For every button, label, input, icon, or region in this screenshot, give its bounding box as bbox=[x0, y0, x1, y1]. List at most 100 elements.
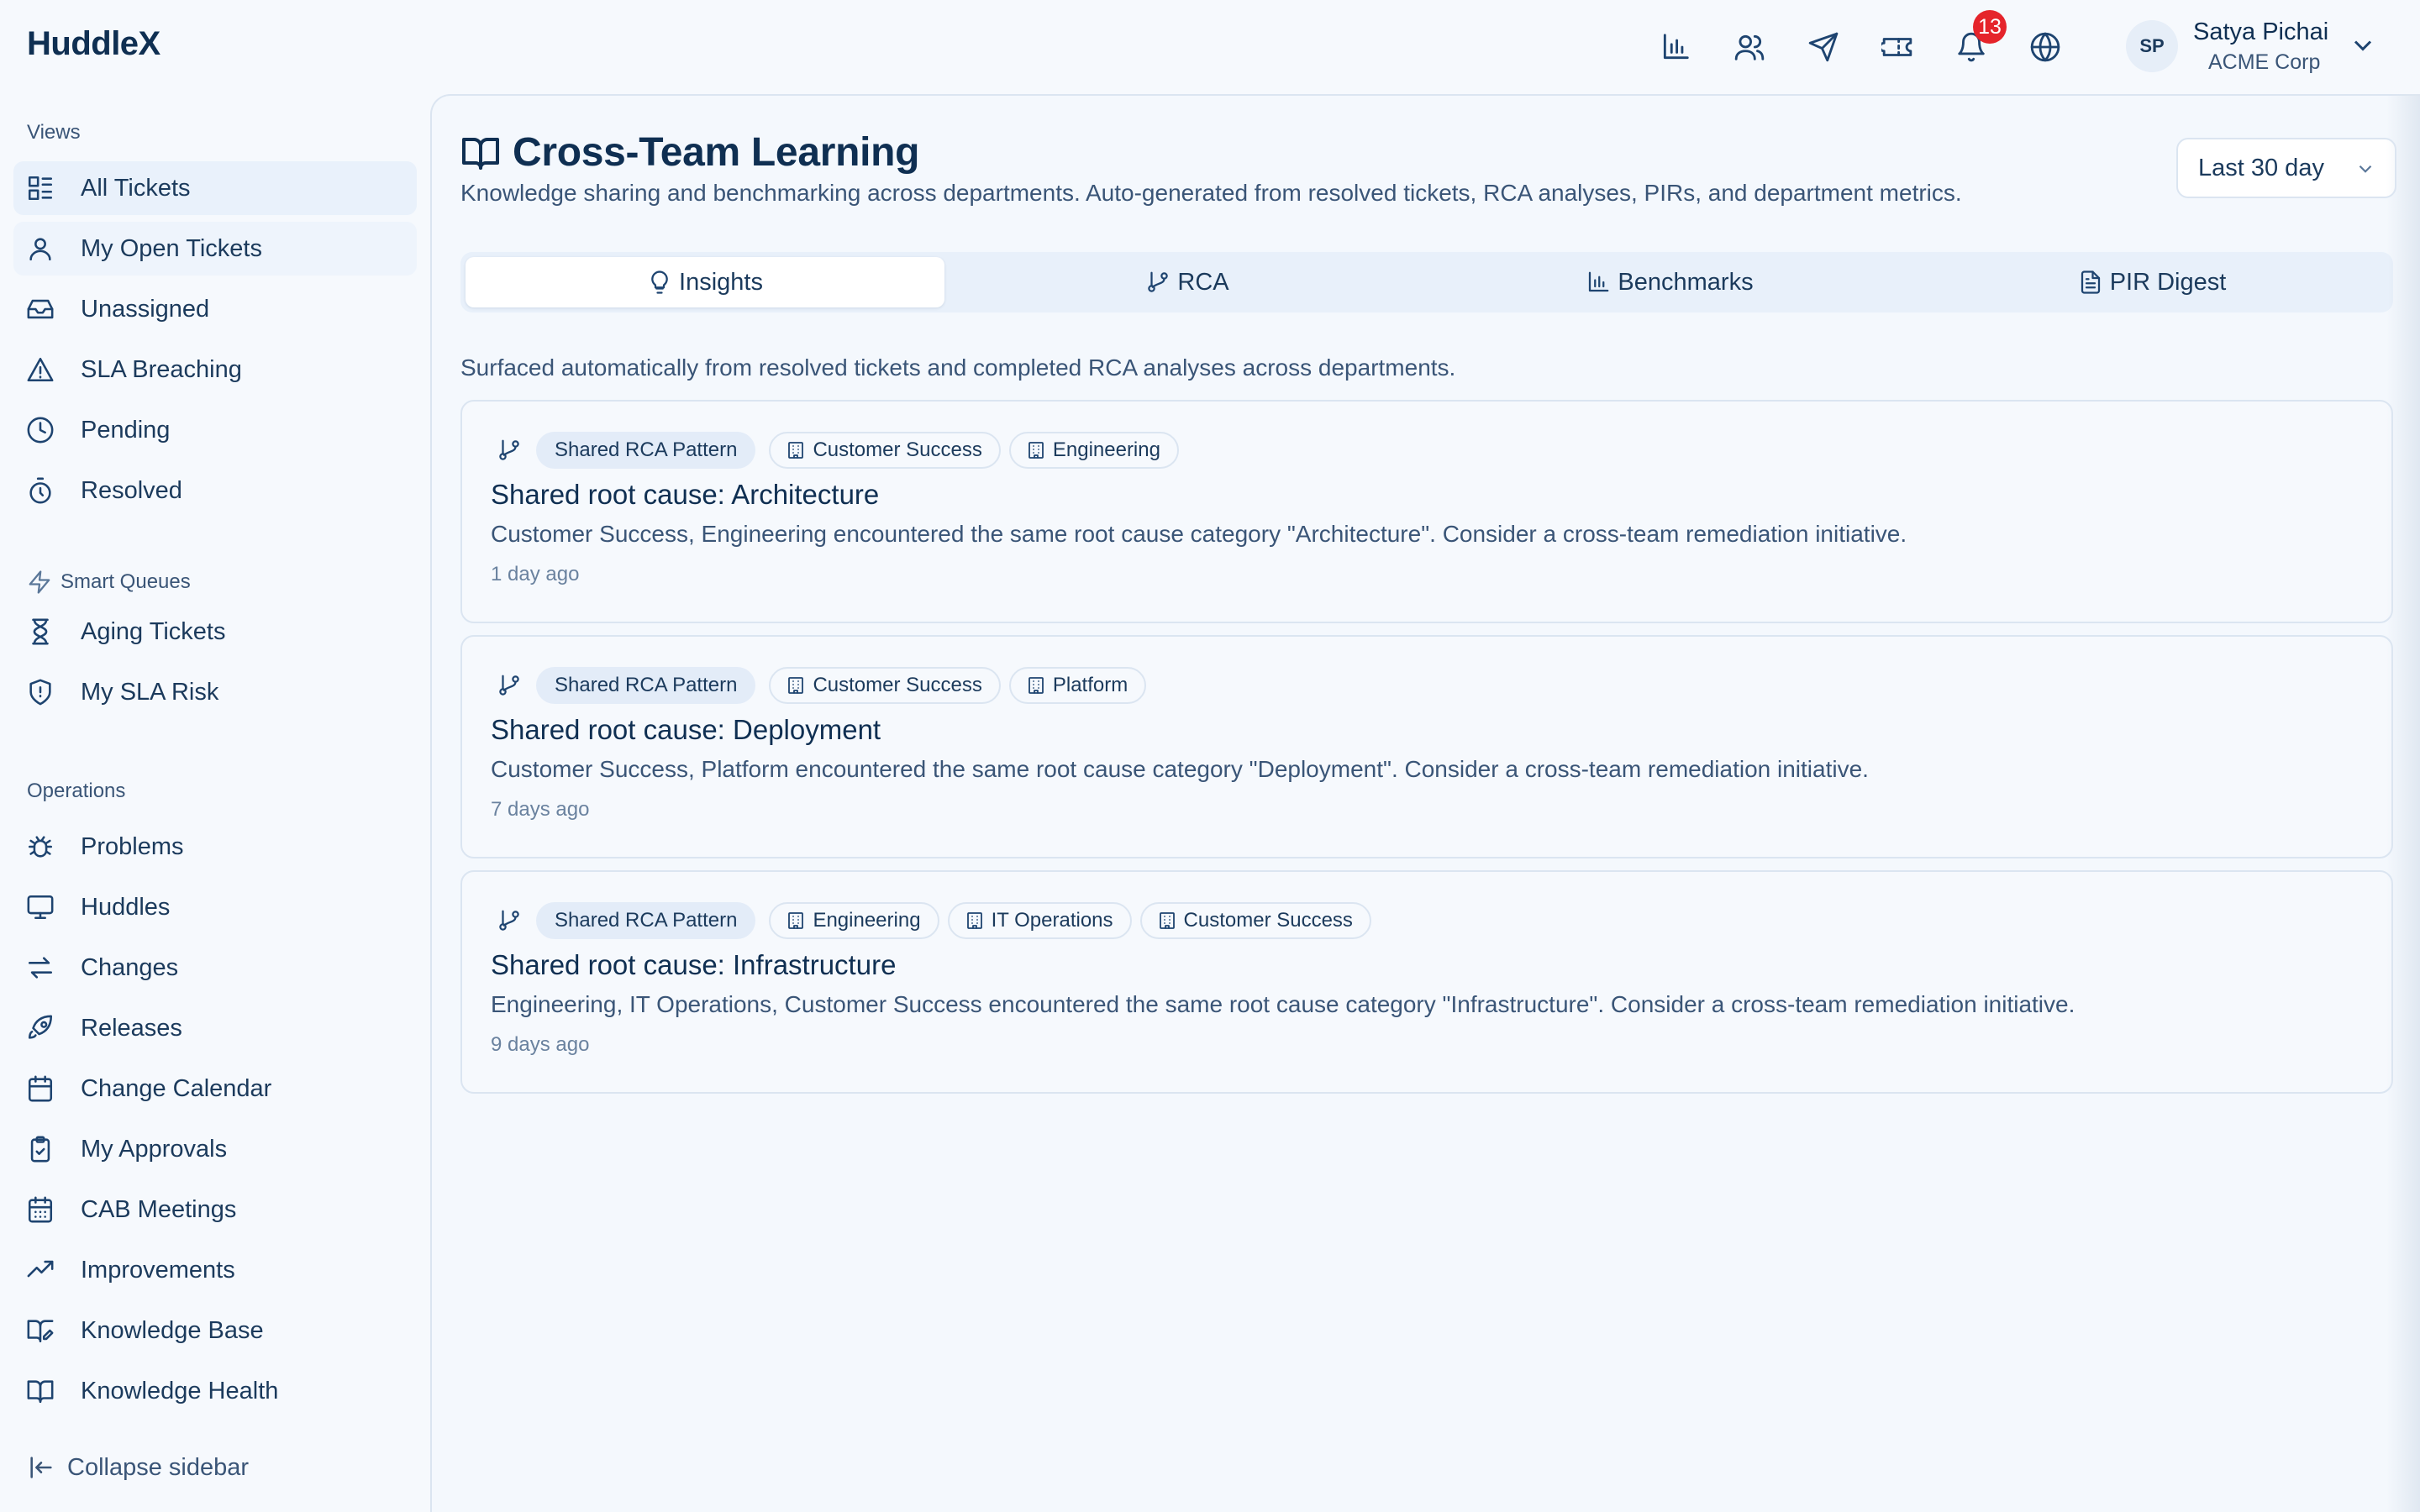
page-header: Cross-Team Learning bbox=[460, 129, 920, 176]
app-logo[interactable]: HuddleX bbox=[27, 25, 160, 63]
bug-icon bbox=[25, 832, 55, 862]
top-bar: HuddleX 13 SP Satya Pichai ACME Corp bbox=[0, 0, 2420, 94]
department-label: IT Operations bbox=[991, 909, 1113, 932]
file-text-icon bbox=[2081, 270, 2100, 294]
lightning-icon bbox=[29, 570, 50, 594]
department-tag: Engineering bbox=[769, 902, 939, 939]
tab-pir-digest[interactable]: PIR Digest bbox=[1912, 257, 2391, 307]
tab-label: Insights bbox=[679, 268, 763, 296]
sidebar-item-improvements[interactable]: Improvements bbox=[13, 1243, 417, 1297]
git-branch-icon bbox=[491, 902, 528, 939]
arrows-icon bbox=[25, 953, 55, 983]
insight-card[interactable]: Shared RCA Pattern Customer Success Plat… bbox=[460, 635, 2393, 858]
department-tag: Engineering bbox=[1008, 432, 1179, 469]
department-label: Engineering bbox=[1052, 438, 1160, 461]
sidebar-item-problems[interactable]: Problems bbox=[13, 820, 417, 874]
users-icon[interactable] bbox=[1731, 29, 1768, 66]
sidebar-item-label: Huddles bbox=[81, 893, 171, 921]
date-range-select[interactable]: Last 30 day bbox=[2176, 138, 2396, 198]
calendar-icon bbox=[25, 1074, 55, 1104]
sidebar-item-changes[interactable]: Changes bbox=[13, 941, 417, 995]
book-edit-icon bbox=[25, 1315, 55, 1346]
sidebar-item-my-approvals[interactable]: My Approvals bbox=[13, 1122, 417, 1176]
sidebar-item-cab-meetings[interactable]: CAB Meetings bbox=[13, 1183, 417, 1236]
clock-icon bbox=[25, 415, 55, 445]
git-branch-icon bbox=[491, 432, 528, 469]
building-icon bbox=[1028, 677, 1044, 694]
sidebar-item-my-sla-risk[interactable]: My SLA Risk bbox=[13, 665, 417, 719]
book-open-icon bbox=[25, 1376, 55, 1406]
sidebar-item-label: Change Calendar bbox=[81, 1074, 272, 1102]
book-open-icon bbox=[462, 137, 499, 170]
main-panel: Cross-Team Learning Knowledge sharing an… bbox=[430, 94, 2420, 1512]
sidebar-item-label: Resolved bbox=[81, 476, 182, 504]
insight-card[interactable]: Shared RCA Pattern Customer Success Engi… bbox=[460, 400, 2393, 623]
sidebar: Views All Tickets My Open Tickets Unassi… bbox=[0, 94, 430, 1512]
globe-icon[interactable] bbox=[2027, 29, 2064, 66]
collapse-sidebar-button[interactable]: Collapse sidebar bbox=[27, 1453, 249, 1482]
clipboard-check-icon bbox=[25, 1134, 55, 1164]
send-icon[interactable] bbox=[1805, 29, 1842, 66]
timer-icon bbox=[25, 475, 55, 506]
sidebar-item-label: Improvements bbox=[81, 1256, 235, 1284]
chevron-down-icon bbox=[2348, 30, 2378, 60]
pattern-tag: Shared RCA Pattern bbox=[536, 667, 756, 704]
sidebar-item-label: Aging Tickets bbox=[81, 617, 226, 645]
tab-bar: Insights RCA Benchmarks PIR Digest bbox=[460, 252, 2393, 312]
card-title[interactable]: Shared root cause: Deployment bbox=[491, 714, 881, 746]
sidebar-item-knowledge-base[interactable]: Knowledge Base bbox=[13, 1304, 417, 1357]
building-icon bbox=[1028, 442, 1044, 459]
scroll-shadow bbox=[2386, 94, 2420, 1512]
card-title[interactable]: Shared root cause: Infrastructure bbox=[491, 949, 896, 981]
sidebar-item-resolved[interactable]: Resolved bbox=[13, 464, 417, 517]
avatar: SP bbox=[2126, 20, 2178, 72]
insight-card[interactable]: Shared RCA Pattern Engineering IT Operat… bbox=[460, 870, 2393, 1094]
card-tags: Shared RCA Pattern Customer Success Engi… bbox=[491, 432, 1187, 469]
card-description: Customer Success, Platform encountered t… bbox=[491, 756, 1869, 782]
chevron-down-icon bbox=[2359, 165, 2372, 173]
rocket-icon bbox=[25, 1013, 55, 1043]
tab-insights[interactable]: Insights bbox=[466, 257, 944, 307]
sidebar-item-pending[interactable]: Pending bbox=[13, 403, 417, 457]
sidebar-item-aging-tickets[interactable]: Aging Tickets bbox=[13, 605, 417, 659]
bell-icon[interactable]: 13 bbox=[1953, 10, 2007, 66]
tab-benchmarks[interactable]: Benchmarks bbox=[1430, 257, 1909, 307]
calendar-grid-icon bbox=[25, 1194, 55, 1225]
sidebar-item-sla-breaching[interactable]: SLA Breaching bbox=[13, 343, 417, 396]
department-label: Platform bbox=[1052, 674, 1128, 696]
monitor-icon bbox=[25, 892, 55, 922]
collapse-sidebar-label: Collapse sidebar bbox=[67, 1453, 250, 1481]
git-branch-icon bbox=[1148, 271, 1169, 292]
notification-badge: 13 bbox=[1973, 10, 2007, 44]
trending-up-icon bbox=[25, 1255, 55, 1285]
sidebar-item-unassigned[interactable]: Unassigned bbox=[13, 282, 417, 336]
sidebar-item-my-open-tickets[interactable]: My Open Tickets bbox=[13, 222, 417, 276]
ticket-icon[interactable] bbox=[1879, 29, 1916, 66]
bar-chart-icon[interactable] bbox=[1657, 29, 1694, 66]
sidebar-item-label: All Tickets bbox=[81, 174, 191, 202]
department-label: Engineering bbox=[813, 909, 921, 932]
department-tag: Customer Success bbox=[769, 432, 1001, 469]
sidebar-item-all-tickets[interactable]: All Tickets bbox=[13, 161, 417, 215]
sidebar-item-huddles[interactable]: Huddles bbox=[13, 880, 417, 934]
sidebar-item-knowledge-health[interactable]: Knowledge Health bbox=[13, 1364, 417, 1418]
card-tags: Shared RCA Pattern Customer Success Plat… bbox=[491, 667, 1155, 704]
department-label: Customer Success bbox=[813, 674, 982, 696]
sidebar-item-change-calendar[interactable]: Change Calendar bbox=[13, 1062, 417, 1116]
card-tags: Shared RCA Pattern Engineering IT Operat… bbox=[491, 902, 1380, 939]
insights-intro: Surfaced automatically from resolved tic… bbox=[460, 354, 1456, 381]
card-title[interactable]: Shared root cause: Architecture bbox=[491, 479, 879, 511]
hourglass-icon bbox=[25, 617, 55, 647]
pattern-tag: Shared RCA Pattern bbox=[536, 902, 756, 939]
tab-rca[interactable]: RCA bbox=[948, 257, 1427, 307]
building-icon bbox=[966, 912, 982, 929]
sidebar-item-label: Problems bbox=[81, 832, 184, 860]
sidebar-item-label: SLA Breaching bbox=[81, 355, 242, 383]
list-icon bbox=[25, 173, 55, 203]
card-timestamp: 7 days ago bbox=[491, 798, 590, 821]
sidebar-item-releases[interactable]: Releases bbox=[13, 1001, 417, 1055]
department-tag: Customer Success bbox=[769, 667, 1001, 704]
department-tag: Customer Success bbox=[1139, 902, 1371, 939]
sidebar-item-label: Changes bbox=[81, 953, 179, 981]
tab-label: RCA bbox=[1177, 268, 1229, 296]
